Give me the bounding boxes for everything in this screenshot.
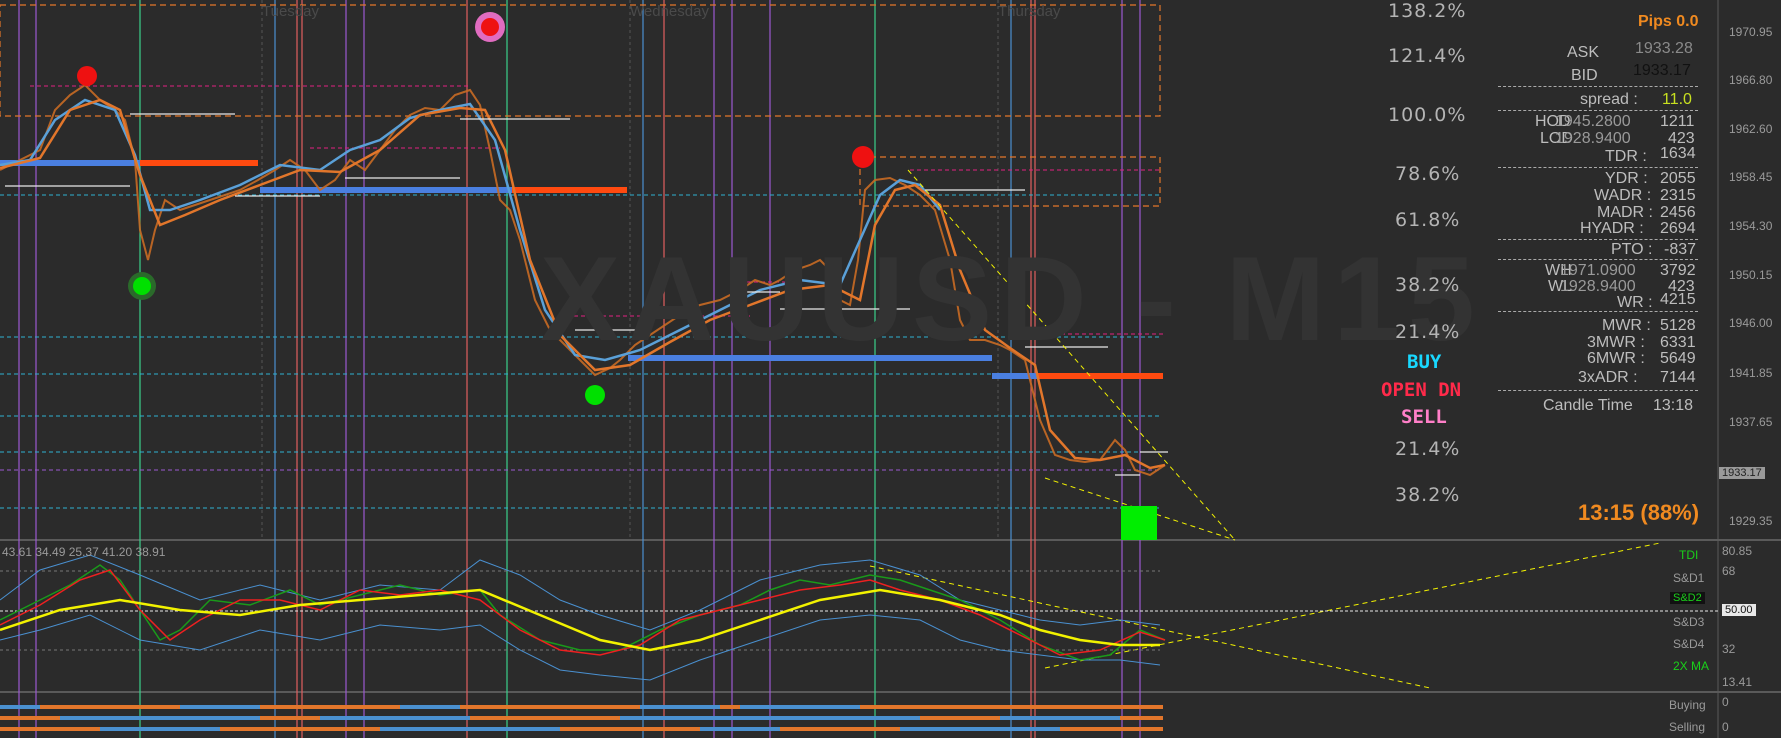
- open-dn-signal: OPEN DN: [1381, 379, 1462, 401]
- price-tick: 1946.00: [1729, 316, 1773, 330]
- stat-value: 7144: [1660, 369, 1696, 386]
- pips-value: Pips 0.0: [1638, 13, 1699, 30]
- price-tick: 1958.45: [1729, 170, 1773, 184]
- stat-label: YDR :: [1605, 170, 1648, 187]
- stat-label: WADR :: [1594, 187, 1652, 204]
- sell-signal: SELL: [1401, 406, 1447, 428]
- session-lines: [18, 0, 1141, 738]
- red-dot-marker-2: [852, 146, 874, 168]
- stat-value: 2315: [1660, 187, 1696, 204]
- fib-level: 38.2%: [1395, 274, 1461, 296]
- hod-value: 1211: [1660, 113, 1695, 130]
- sd4-label: S&D4: [1673, 637, 1705, 651]
- day-label: Thursday: [998, 3, 1061, 20]
- indicator-mid-tag: 50.00: [1722, 604, 1756, 616]
- fib-level: 78.6%: [1395, 163, 1461, 185]
- price-tick: 1970.95: [1729, 25, 1773, 39]
- indicator-axis-tick: 13.41: [1722, 675, 1753, 689]
- candle-time-value: 13:18: [1653, 397, 1694, 414]
- fib-level: 38.2%: [1395, 484, 1461, 506]
- stat-label: 3xADR :: [1578, 369, 1638, 386]
- price-tick: 1962.60: [1729, 122, 1773, 136]
- bottom-zero: 0: [1722, 720, 1729, 734]
- bar-timer: 13:15 (88%): [1578, 500, 1700, 525]
- fib-level: 61.8%: [1395, 209, 1461, 231]
- ask-label: ASK: [1567, 44, 1600, 61]
- price-tick: 1929.35: [1729, 514, 1773, 528]
- 2x-ma-label: 2X MA: [1673, 659, 1710, 673]
- buy-sell-histogram: [0, 705, 1163, 731]
- stat-label: TDR :: [1605, 148, 1647, 165]
- stat-value: -837: [1664, 241, 1697, 258]
- candle-time-label: Candle Time: [1543, 397, 1633, 414]
- ask-value: 1933.28: [1635, 40, 1693, 57]
- indicator-axis-tick: 80.85: [1722, 544, 1753, 558]
- bid-label: BID: [1571, 67, 1598, 84]
- green-dot-marker: [585, 385, 605, 405]
- fib-level: 138.2%: [1388, 0, 1467, 22]
- spread-value: 11.0: [1662, 91, 1692, 108]
- spread-label: spread :: [1580, 91, 1638, 108]
- price-tick: 1966.80: [1729, 73, 1773, 87]
- bid-value: 1933.17: [1633, 62, 1691, 79]
- sd3-label: S&D3: [1673, 615, 1705, 629]
- selling-label: Selling: [1669, 720, 1706, 734]
- sd1-label: S&D1: [1673, 571, 1705, 585]
- day-label: Wednesday: [630, 3, 709, 20]
- stat-value: 5128: [1660, 317, 1696, 334]
- fib-level: 21.4%: [1395, 321, 1461, 343]
- indicator-axis-tick: 68: [1722, 564, 1736, 578]
- price-tick: 1954.30: [1729, 219, 1773, 233]
- indicator-values: 43.61 34.49 25.37 41.20 38.91: [2, 545, 166, 559]
- symbol-watermark: XAUUSD - M15: [540, 232, 1483, 366]
- stat-label: PTO :: [1611, 241, 1653, 258]
- price-tick: 1937.65: [1729, 415, 1773, 429]
- stat-value: 4215: [1660, 291, 1696, 308]
- price-tick: 1941.85: [1729, 366, 1773, 380]
- buying-label: Buying: [1669, 698, 1706, 712]
- fib-level: 100.0%: [1388, 104, 1467, 126]
- stat-value: 2055: [1660, 170, 1696, 187]
- stat-label: 6MWR :: [1587, 350, 1645, 367]
- stat-label: MWR :: [1602, 317, 1651, 334]
- fib-level: 21.4%: [1395, 438, 1461, 460]
- stat-label: WR :: [1617, 294, 1653, 311]
- price-tick: 1950.15: [1729, 268, 1773, 282]
- buy-signal: BUY: [1407, 351, 1442, 373]
- sd2-label: S&D2: [1670, 592, 1705, 604]
- stat-label: HYADR :: [1580, 220, 1644, 237]
- stat-value: 1634: [1660, 145, 1696, 162]
- indicator-axis-tick: 32: [1722, 642, 1736, 656]
- bottom-zero: 0: [1722, 695, 1729, 709]
- tdi-label: TDI: [1679, 548, 1699, 562]
- fib-level: 121.4%: [1388, 45, 1467, 67]
- stat-value: 5649: [1660, 350, 1696, 367]
- red-dot-marker: [77, 66, 97, 86]
- signal-square: [1121, 506, 1157, 540]
- hod-price: 1945.2800: [1555, 113, 1631, 130]
- stat-value: 2694: [1660, 220, 1696, 237]
- zone-box-top: [0, 4, 1161, 117]
- current-price-tag: 1933.17: [1719, 467, 1765, 479]
- tdi-indicator: [0, 554, 1718, 681]
- day-label: Tuesday: [262, 3, 319, 20]
- lod-price: 1928.9400: [1555, 130, 1631, 147]
